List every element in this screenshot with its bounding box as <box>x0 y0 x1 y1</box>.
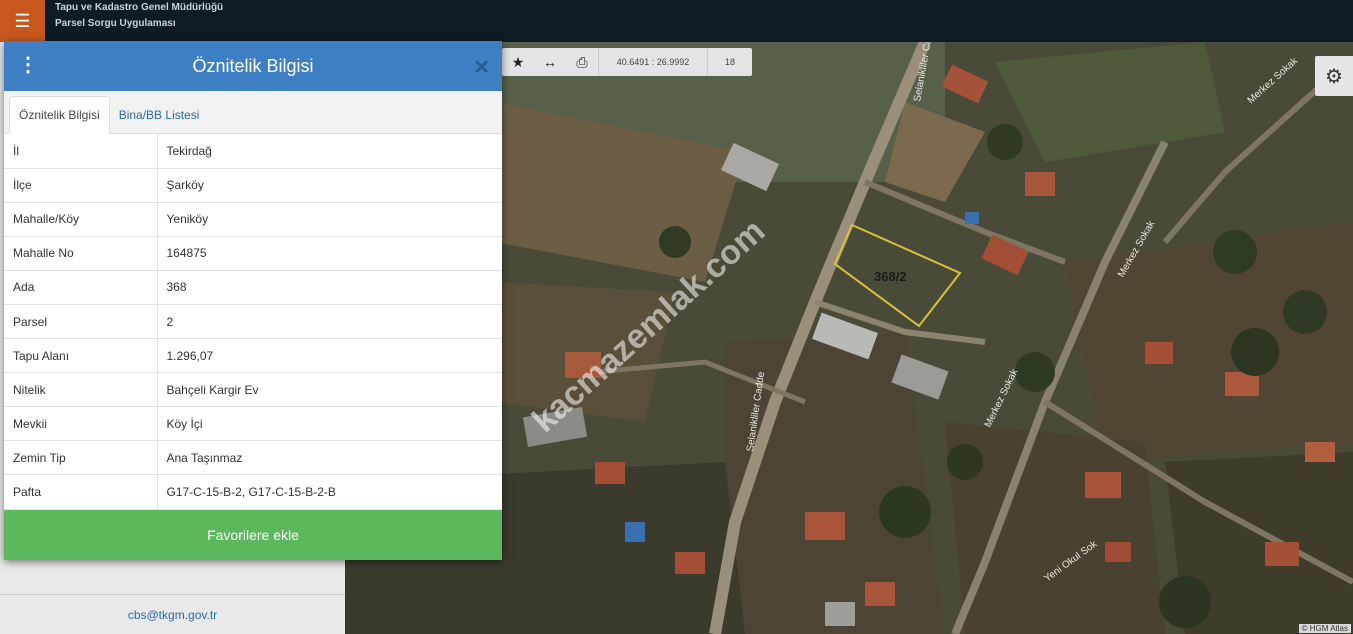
table-row: Tapu Alanı 1.296,07 <box>4 338 502 374</box>
row-key: Tapu Alanı <box>4 338 158 374</box>
top-bar: ☰ Tapu ve Kadastro Genel Müdürlüğü Parse… <box>0 0 1353 42</box>
tab-building-list[interactable]: Bina/BB Listesi <box>110 96 209 134</box>
row-value: 368 <box>157 270 502 305</box>
row-value: G17-C-15-B-2, G17-C-15-B-2-B <box>157 474 502 510</box>
row-key: Mevkii <box>4 406 158 442</box>
measure-icon[interactable]: ↔ <box>534 48 566 76</box>
star-icon[interactable]: ★ <box>502 48 534 76</box>
add-to-favorites-button[interactable]: Favorilere ekle <box>4 510 502 560</box>
coordinate-readout: 40.6491 : 26.9992 <box>598 48 708 76</box>
sidebar-footer: cbs@tkgm.gov.tr <box>0 594 345 634</box>
tab-attributes[interactable]: Öznitelik Bilgisi <box>9 96 110 134</box>
panel-title: Öznitelik Bilgisi <box>192 55 314 76</box>
table-row: Ada 368 <box>4 270 502 305</box>
attribute-panel: ⋮ Öznitelik Bilgisi ✕ Öznitelik Bilgisi … <box>4 41 502 560</box>
table-row: Parsel 2 <box>4 304 502 340</box>
row-key: Parsel <box>4 304 158 340</box>
map-attribution: © HGM Atlas <box>1298 624 1351 633</box>
row-key: Nitelik <box>4 372 158 408</box>
panel-header: ⋮ Öznitelik Bilgisi ✕ <box>4 41 502 91</box>
app-name: Parsel Sorgu Uygulaması <box>55 18 176 29</box>
table-row: Nitelik Bahçeli Kargir Ev <box>4 372 502 408</box>
table-row: Mahalle No 164875 <box>4 236 502 271</box>
table-row: Mahalle/Köy Yeniköy <box>4 202 502 237</box>
row-key: Mahalle/Köy <box>4 202 158 237</box>
row-value: Bahçeli Kargir Ev <box>157 372 502 408</box>
row-value: 164875 <box>157 236 502 271</box>
row-value: Ana Taşınmaz <box>157 440 502 476</box>
table-row: Mevkii Köy İçi <box>4 406 502 442</box>
gear-icon: ⚙ <box>1325 65 1343 88</box>
row-value: 1.296,07 <box>157 338 502 374</box>
row-value: Tekirdağ <box>157 134 502 169</box>
settings-button[interactable]: ⚙ <box>1315 56 1353 96</box>
row-key: İl <box>4 134 158 169</box>
panel-tabs: Öznitelik Bilgisi Bina/BB Listesi <box>4 91 502 134</box>
row-key: Pafta <box>4 474 158 510</box>
hamburger-icon: ☰ <box>14 10 31 31</box>
close-icon[interactable]: ✕ <box>473 55 490 80</box>
org-name: Tapu ve Kadastro Genel Müdürlüğü <box>55 2 224 13</box>
print-icon[interactable]: ⎙ <box>566 48 598 76</box>
contact-email-link[interactable]: cbs@tkgm.gov.tr <box>128 608 217 622</box>
row-value: Şarköy <box>157 168 502 203</box>
parcel-label: 368/2 <box>874 269 907 284</box>
map-toolbar: ★ ↔ ⎙ 40.6491 : 26.9992 18 <box>502 48 752 76</box>
table-row: İl Tekirdağ <box>4 134 502 169</box>
row-value: 2 <box>157 304 502 340</box>
attribute-table: İl Tekirdağ İlçe Şarköy Mahalle/Köy Yeniköy… <box>4 134 502 510</box>
row-key: İlçe <box>4 168 158 203</box>
row-value: Köy İçi <box>157 406 502 442</box>
row-key: Mahalle No <box>4 236 158 271</box>
table-row: Pafta G17-C-15-B-2, G17-C-15-B-2-B <box>4 474 502 510</box>
zoom-level: 18 <box>724 57 735 67</box>
row-key: Zemin Tip <box>4 440 158 476</box>
row-key: Ada <box>4 270 158 305</box>
table-row: Zemin Tip Ana Taşınmaz <box>4 440 502 476</box>
table-row: İlçe Şarköy <box>4 168 502 203</box>
kebab-menu-icon[interactable]: ⋮ <box>18 55 38 75</box>
row-value: Yeniköy <box>157 202 502 237</box>
menu-button[interactable]: ☰ <box>0 0 45 42</box>
